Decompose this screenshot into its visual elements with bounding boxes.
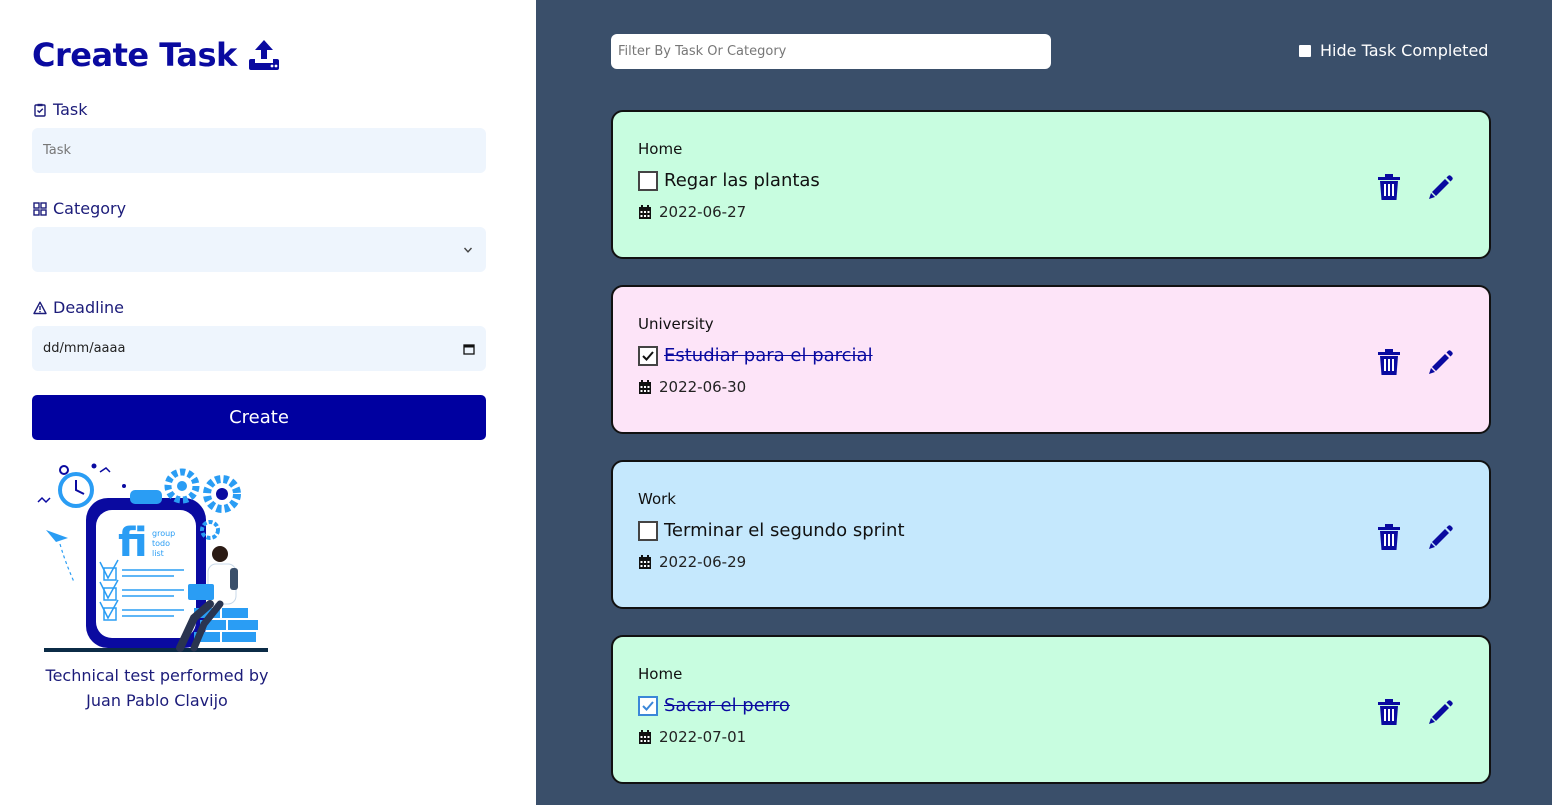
task-date: 2022-06-27 [659, 203, 747, 221]
pencil-icon[interactable] [1428, 524, 1454, 550]
trash-icon[interactable] [1378, 174, 1400, 200]
task-category: University [638, 315, 714, 333]
upload-icon [248, 40, 279, 70]
task-card: Home Sacar el perro 2022-07-01 [611, 635, 1491, 784]
pencil-icon[interactable] [1428, 349, 1454, 375]
task-row: Regar las plantas [638, 170, 820, 191]
calendar-icon [639, 554, 651, 569]
task-date-row: 2022-06-30 [638, 378, 746, 396]
logo-caption-2: todo [152, 539, 170, 548]
task-checkbox[interactable] [638, 520, 658, 541]
filter-placeholder: Filter By Task Or Category [618, 44, 787, 59]
calendar-icon [639, 204, 651, 219]
credit-line-2: Juan Pablo Clavijo [86, 691, 228, 710]
deadline-date-input[interactable]: dd/mm/aaaa [32, 326, 486, 371]
check-icon [642, 350, 654, 361]
calendar-icon [639, 729, 651, 744]
pencil-icon[interactable] [1428, 699, 1454, 725]
category-label: Category [33, 199, 126, 218]
page-title: Create Task [32, 36, 237, 74]
task-category: Home [638, 665, 683, 683]
task-date-row: 2022-06-29 [638, 553, 746, 571]
category-select[interactable] [32, 227, 486, 272]
task-date: 2022-06-30 [659, 378, 747, 396]
deadline-placeholder: dd/mm/aaaa [43, 341, 126, 356]
trash-icon[interactable] [1378, 349, 1400, 375]
task-date-row: 2022-06-27 [638, 203, 746, 221]
task-row: Terminar el segundo sprint [638, 520, 905, 541]
task-date: 2022-06-29 [659, 553, 747, 571]
task-input-placeholder: Task [43, 143, 72, 158]
deadline-label-text: Deadline [53, 298, 124, 317]
logo-caption-1: group [152, 529, 175, 538]
task-row: Sacar el perro [638, 695, 790, 716]
task-category: Work [638, 490, 676, 508]
filter-input[interactable]: Filter By Task Or Category [611, 34, 1051, 69]
task-name: Regar las plantas [664, 170, 820, 191]
pencil-icon[interactable] [1428, 174, 1454, 200]
hide-completed-toggle[interactable]: Hide Task Completed [1299, 41, 1488, 60]
task-card: Home Regar las plantas 2022-06-27 [611, 110, 1491, 259]
grid-icon [33, 201, 47, 216]
logo-caption-3: list [152, 549, 164, 558]
category-label-text: Category [53, 199, 127, 218]
credit-text: Technical test performed by Juan Pablo C… [32, 663, 282, 713]
task-name: Terminar el segundo sprint [664, 520, 905, 541]
task-list-panel: Filter By Task Or Category Hide Task Com… [536, 0, 1552, 805]
credit-line-1: Technical test performed by [45, 666, 269, 685]
trash-icon[interactable] [1378, 699, 1400, 725]
task-checkbox[interactable] [638, 695, 658, 716]
warning-triangle-icon [33, 301, 47, 314]
logo-text: fi [118, 520, 148, 566]
hide-completed-checkbox[interactable] [1299, 44, 1311, 57]
calendar-picker-icon[interactable] [463, 343, 475, 355]
hide-completed-label: Hide Task Completed [1320, 41, 1489, 60]
task-input[interactable]: Task [32, 128, 486, 173]
task-checkbox[interactable] [638, 345, 658, 366]
create-task-panel: Create Task Task Task Category Deadline … [0, 0, 536, 805]
task-category: Home [638, 140, 683, 158]
task-checkbox[interactable] [638, 170, 658, 191]
task-row: Estudiar para el parcial [638, 345, 873, 366]
create-button[interactable]: Create [32, 395, 486, 440]
clipboard-check-icon [34, 103, 46, 117]
task-label: Task [33, 100, 88, 119]
task-name: Estudiar para el parcial [664, 345, 873, 366]
task-name: Sacar el perro [664, 695, 790, 716]
task-label-text: Task [53, 100, 88, 119]
trash-icon[interactable] [1378, 524, 1400, 550]
task-date-row: 2022-07-01 [638, 728, 746, 746]
check-icon [642, 700, 654, 711]
task-date: 2022-07-01 [659, 728, 747, 746]
chevron-down-icon [463, 247, 473, 253]
create-task-header: Create Task [32, 36, 281, 74]
task-card: Work Terminar el segundo sprint 2022-06-… [611, 460, 1491, 609]
todo-illustration: fi group todo list [37, 463, 268, 652]
calendar-icon [639, 379, 651, 394]
deadline-label: Deadline [33, 298, 124, 317]
task-card: University Estudiar para el parcial 2022… [611, 285, 1491, 434]
